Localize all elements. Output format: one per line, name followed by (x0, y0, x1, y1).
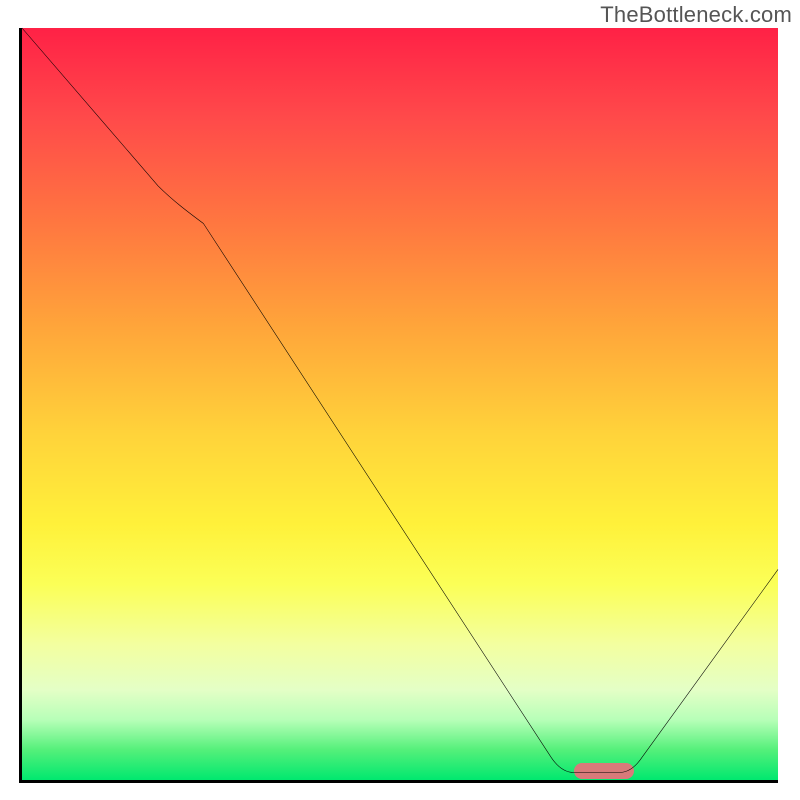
axis-left (19, 28, 22, 780)
chart-container: TheBottleneck.com (0, 0, 800, 800)
plot-area (22, 28, 778, 780)
axis-bottom (19, 780, 778, 783)
watermark-text: TheBottleneck.com (600, 2, 792, 28)
bottleneck-curve (22, 28, 778, 780)
